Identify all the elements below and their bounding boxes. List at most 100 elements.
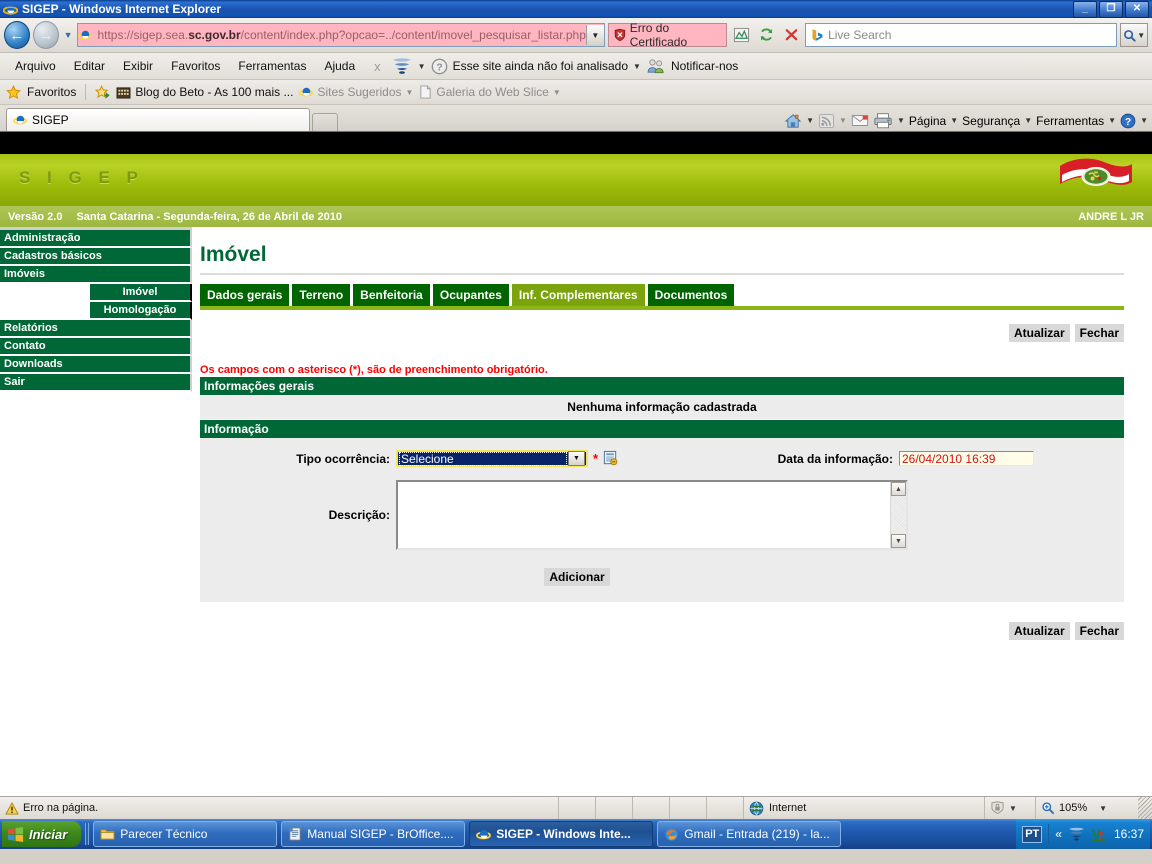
tools-chevron-down-icon[interactable]: ▼ <box>1108 116 1116 125</box>
select-chevron-down-icon[interactable]: ▼ <box>568 451 585 466</box>
command-page-menu[interactable]: Página <box>909 114 946 128</box>
language-indicator[interactable]: PT <box>1022 825 1043 843</box>
address-bar[interactable]: https://sigep.sea.sc.gov.br/content/inde… <box>77 23 605 47</box>
suggested-sites-item[interactable]: Sites Sugeridos ▼ <box>299 85 413 99</box>
favorite-item-blog-do-beto[interactable]: Blog do Beto - As 100 mais ... <box>116 85 293 99</box>
protected-mode-chevron-down-icon[interactable]: ▼ <box>1009 804 1017 813</box>
description-scrollbar[interactable]: ▲ ▼ <box>890 482 906 548</box>
minimize-button[interactable]: _ <box>1073 0 1097 18</box>
home-icon[interactable] <box>784 113 802 129</box>
web-slice-gallery-item[interactable]: Galeria do Web Slice ▼ <box>419 85 561 99</box>
taskbar-item-parecer-tecnico[interactable]: Parecer Técnico <box>93 821 278 847</box>
clock-text[interactable]: 16:37 <box>1114 827 1144 841</box>
window-title-bar: SIGEP - Windows Internet Explorer _ ❐ ✕ <box>0 0 1152 18</box>
occurrence-type-select[interactable]: Selecione ▼ <box>396 450 588 467</box>
feeds-chevron-down-icon[interactable]: ▼ <box>839 116 847 125</box>
mail-icon[interactable] <box>851 113 869 128</box>
description-textarea[interactable]: ▲ ▼ <box>396 480 908 550</box>
tab-documentos[interactable]: Documentos <box>647 284 735 306</box>
search-go-button[interactable]: ▼ <box>1120 23 1148 47</box>
mcafee-tray-icon[interactable] <box>1068 827 1085 841</box>
new-tab-button[interactable] <box>312 113 338 131</box>
address-dropdown-chevron-down-icon[interactable]: ▼ <box>585 25 604 45</box>
tab-terreno[interactable]: Terreno <box>292 284 351 306</box>
add-to-favorites-icon[interactable] <box>95 84 111 100</box>
tab-inf-complementares[interactable]: Inf. Complementares <box>511 284 645 306</box>
scroll-down-icon[interactable]: ▼ <box>891 534 906 548</box>
favorites-label[interactable]: Favoritos <box>27 85 76 99</box>
sidebar-item-label: Relatórios <box>4 322 58 334</box>
tab-benfeitoria[interactable]: Benfeitoria <box>353 284 430 306</box>
address-text[interactable]: https://sigep.sea.sc.gov.br/content/inde… <box>96 28 585 42</box>
security-zone-indicator[interactable]: Internet <box>743 797 984 819</box>
recent-pages-chevron-down-icon[interactable]: ▼ <box>62 30 75 40</box>
refresh-button[interactable] <box>755 24 777 46</box>
site-rating-chevron-down-icon[interactable]: ▼ <box>633 62 641 71</box>
taskbar-item-sigep-ie[interactable]: SIGEP - Windows Inte... <box>469 821 654 847</box>
print-icon[interactable] <box>873 112 893 129</box>
command-security-menu[interactable]: Segurança <box>962 114 1020 128</box>
adicionar-button[interactable]: Adicionar <box>544 568 610 586</box>
tab-ocupantes[interactable]: Ocupantes <box>432 284 509 306</box>
zoom-level-indicator[interactable]: 105% ▼ <box>1035 797 1138 819</box>
fechar-button-top[interactable]: Fechar <box>1074 324 1124 342</box>
description-textarea-value[interactable] <box>398 482 890 548</box>
status-message-area[interactable]: Erro na página. <box>0 801 558 815</box>
search-provider-chevron-down-icon[interactable]: ▼ <box>1137 31 1145 40</box>
show-hidden-icons-chevron-left-icon[interactable]: « <box>1055 827 1062 841</box>
help-icon[interactable]: ? <box>1120 113 1136 129</box>
restore-button[interactable]: ❐ <box>1099 0 1123 18</box>
print-chevron-down-icon[interactable]: ▼ <box>897 116 905 125</box>
occurrence-lookup-icon[interactable] <box>602 450 619 467</box>
sidebar-item-relatorios[interactable]: Relatórios <box>0 320 192 338</box>
sidebar-item-sair[interactable]: Sair <box>0 374 192 392</box>
protected-mode-indicator[interactable]: ▼ <box>984 797 1035 819</box>
menu-item-ferramentas[interactable]: Ferramentas <box>229 56 315 76</box>
stop-button[interactable] <box>780 24 802 46</box>
browser-tab-sigep[interactable]: SIGEP <box>6 108 310 131</box>
sidebar-item-imoveis[interactable]: Imóveis <box>0 266 192 284</box>
start-button[interactable]: Iniciar <box>2 821 82 847</box>
report-us-label[interactable]: Notificar-nos <box>671 59 738 73</box>
forward-button[interactable]: → <box>32 21 59 49</box>
menu-item-arquivo[interactable]: Arquivo <box>6 56 65 76</box>
help-chevron-down-icon[interactable]: ▼ <box>1140 116 1148 125</box>
scroll-up-icon[interactable]: ▲ <box>891 482 906 496</box>
sidebar-item-cadastros-basicos[interactable]: Cadastros básicos <box>0 248 192 266</box>
mcafee-chevron-down-icon[interactable]: ▼ <box>418 62 426 71</box>
back-button[interactable]: ← <box>4 21 30 49</box>
taskbar-item-manual-sigep[interactable]: Manual SIGEP - BrOffice.... <box>281 821 466 847</box>
volume-icon[interactable]: V n c <box>1091 827 1108 842</box>
menu-item-ajuda[interactable]: Ajuda <box>315 56 364 76</box>
information-date-field[interactable]: 26/04/2010 16:39 <box>899 451 1034 466</box>
atualizar-button-bottom[interactable]: Atualizar <box>1008 622 1070 640</box>
scrollbar-track[interactable] <box>891 496 906 534</box>
menu-item-editar[interactable]: Editar <box>65 56 114 76</box>
menu-item-favoritos[interactable]: Favoritos <box>162 56 229 76</box>
web-slice-chevron-down-icon[interactable]: ▼ <box>553 88 561 97</box>
sidebar-item-administracao[interactable]: Administração <box>0 230 192 248</box>
sidebar-item-contato[interactable]: Contato <box>0 338 192 356</box>
close-button[interactable]: ✕ <box>1125 0 1149 18</box>
atualizar-button-top[interactable]: Atualizar <box>1008 324 1070 342</box>
close-toolbar-icon[interactable]: x <box>364 59 391 74</box>
command-tools-menu[interactable]: Ferramentas <box>1036 114 1104 128</box>
tab-dados-gerais[interactable]: Dados gerais <box>200 284 290 306</box>
fechar-button-bottom[interactable]: Fechar <box>1074 622 1124 640</box>
security-chevron-down-icon[interactable]: ▼ <box>1024 116 1032 125</box>
resize-grip[interactable] <box>1138 797 1152 819</box>
zoom-chevron-down-icon[interactable]: ▼ <box>1099 804 1107 813</box>
sidebar-item-imovel[interactable]: Imóvel <box>90 284 192 302</box>
search-input[interactable]: Live Search <box>805 23 1118 47</box>
suggested-sites-chevron-down-icon[interactable]: ▼ <box>406 88 414 97</box>
report-us-icon <box>646 58 666 74</box>
taskbar-item-gmail[interactable]: Gmail - Entrada (219) - la... <box>657 821 842 847</box>
page-chevron-down-icon[interactable]: ▼ <box>950 116 958 125</box>
suggested-sites-label: Sites Sugeridos <box>317 85 402 99</box>
sidebar-item-homologacao[interactable]: Homologação <box>90 302 192 320</box>
home-chevron-down-icon[interactable]: ▼ <box>806 116 814 125</box>
certificate-error-badge[interactable]: Erro do Certificado <box>607 21 728 49</box>
sidebar-item-downloads[interactable]: Downloads <box>0 356 192 374</box>
compatibility-view-button[interactable] <box>730 24 752 46</box>
menu-item-exibir[interactable]: Exibir <box>114 56 162 76</box>
